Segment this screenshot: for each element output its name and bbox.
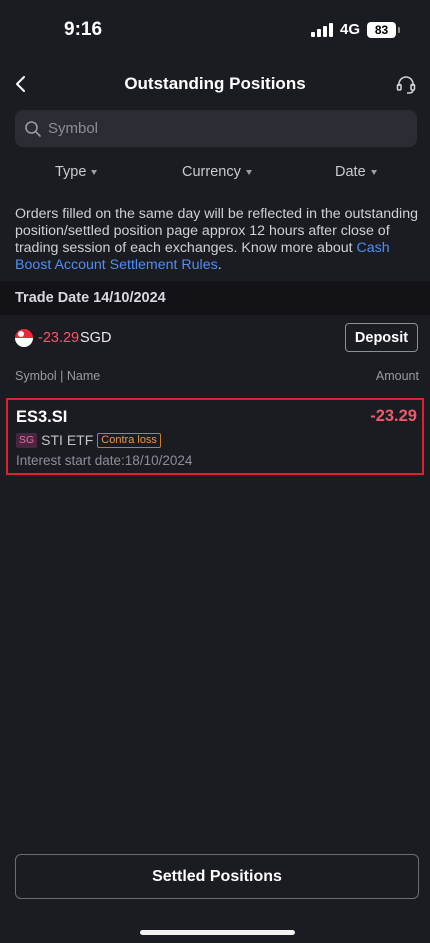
column-header-amount: Amount — [375, 369, 419, 383]
column-header-symbol: Symbol | Name — [15, 369, 101, 383]
balance-row: -23.29 SGD Deposit — [0, 322, 430, 354]
search-icon — [25, 120, 41, 137]
search-bar — [15, 110, 417, 147]
page-title: Outstanding Positions — [124, 74, 306, 93]
deposit-button[interactable]: Deposit — [345, 323, 418, 352]
singapore-flag-icon — [15, 329, 33, 347]
screen: 9:16 4G 83 Outstanding Positions Symbol … — [0, 0, 430, 943]
status-bar: 9:16 4G 83 — [0, 0, 430, 60]
status-time: 9:16 — [64, 19, 103, 40]
network-type: 4G — [339, 21, 360, 38]
support-button[interactable] — [394, 72, 418, 96]
trade-date-header: Trade Date 14/10/2024 — [0, 281, 430, 315]
caret-down-icon — [370, 170, 377, 175]
status-indicators: 4G 83 — [310, 21, 400, 38]
filter-date[interactable]: Date — [335, 164, 377, 180]
balance-currency: SGD — [80, 330, 112, 346]
settlement-notice: Orders filled on the same day will be re… — [15, 206, 419, 274]
filter-bar: Type Currency Date — [0, 164, 430, 186]
trade-date-label: Trade Date 14/10/2024 — [15, 290, 166, 306]
header: Outstanding Positions — [0, 62, 430, 106]
contra-loss-badge: Contra loss — [97, 432, 161, 448]
filter-type[interactable]: Type — [55, 164, 98, 180]
signal-icon — [310, 22, 333, 37]
battery-icon: 83 — [367, 21, 400, 38]
column-headers: Symbol | Name Amount — [15, 369, 419, 387]
filter-currency[interactable]: Currency — [182, 164, 252, 180]
position-details: SG STI ETF Contra loss — [16, 432, 161, 448]
filter-type-label: Type — [55, 164, 87, 180]
caret-down-icon — [91, 170, 98, 175]
headset-icon — [396, 76, 416, 94]
caret-down-icon — [245, 170, 252, 175]
position-symbol: ES3.SI — [16, 408, 68, 426]
home-indicator[interactable] — [140, 930, 295, 935]
position-name: STI ETF — [41, 432, 94, 448]
position-amount: -23.29 — [370, 407, 417, 425]
interest-start-date: Interest start date:18/10/2024 — [16, 453, 193, 468]
position-row[interactable]: ES3.SI -23.29 SG STI ETF Contra loss Int… — [6, 398, 424, 475]
balance-amount: -23.29 — [38, 330, 80, 346]
search-input[interactable] — [42, 110, 417, 147]
settled-positions-button[interactable]: Settled Positions — [15, 854, 419, 899]
filter-currency-label: Currency — [182, 164, 241, 180]
filter-date-label: Date — [335, 164, 366, 180]
market-badge: SG — [16, 432, 38, 448]
notice-end: . — [217, 257, 222, 273]
